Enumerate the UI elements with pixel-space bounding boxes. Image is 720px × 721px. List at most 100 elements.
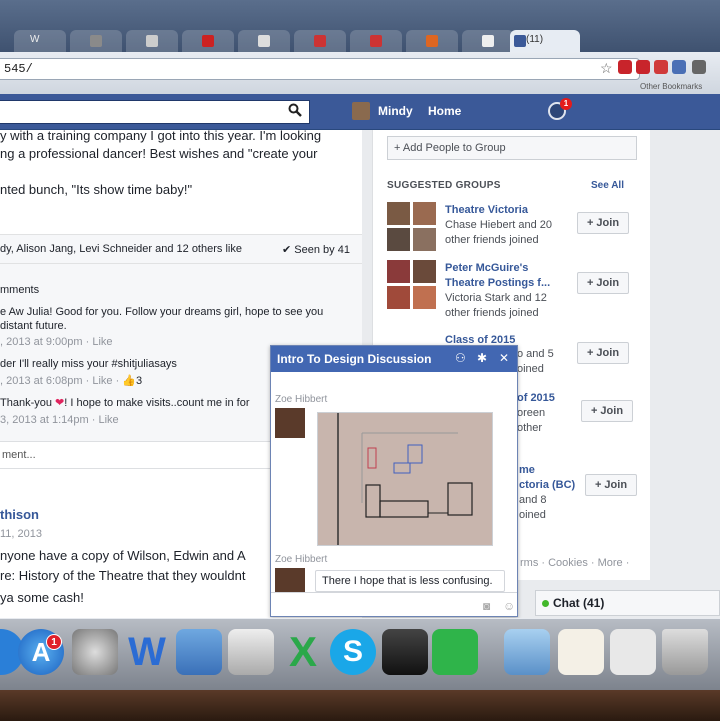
- post-text-line: ya some cash!: [0, 590, 84, 605]
- comment-meta[interactable]: , 2013 at 6:08pm · Like · 👍3: [0, 374, 142, 387]
- image-capture-icon[interactable]: [176, 629, 222, 675]
- evernote-icon[interactable]: [432, 629, 478, 675]
- browser-tab[interactable]: [182, 30, 234, 52]
- add-people-button[interactable]: + Add People to Group: [387, 136, 637, 160]
- app-store-badge: 1: [46, 634, 62, 650]
- browser-tab-active[interactable]: (11): [510, 30, 580, 52]
- join-button[interactable]: + Join: [577, 342, 629, 364]
- chat-window: Intro To Design Discussion ⚇ ✱ ✕ Zoe Hib…: [270, 345, 518, 617]
- bookmark-star-icon[interactable]: ☆: [600, 60, 613, 77]
- post-text-line: ng a professional dancer! Best wishes an…: [0, 146, 318, 161]
- group-name[interactable]: me: [519, 464, 535, 476]
- group-members: other: [517, 422, 543, 434]
- browser-tab[interactable]: W: [14, 30, 66, 52]
- close-icon[interactable]: ✕: [499, 351, 509, 365]
- check-icon: ✔: [282, 244, 295, 256]
- avatar[interactable]: [352, 102, 370, 120]
- browser-tab[interactable]: [294, 30, 346, 52]
- tab-label: (11): [526, 34, 544, 45]
- post-author[interactable]: thison: [0, 507, 39, 522]
- group-members: other friends joined: [445, 307, 539, 319]
- comment-meta[interactable]: , 2013 at 9:00pm · Like: [0, 336, 113, 348]
- chat-messages: Zoe Hibbert Zoe Hibbert There I hope tha…: [271, 372, 517, 598]
- join-button[interactable]: + Join: [581, 400, 633, 422]
- documents-stack-icon[interactable]: [558, 629, 604, 675]
- url-field[interactable]: 545/: [0, 58, 640, 80]
- skype-icon[interactable]: S: [330, 629, 376, 675]
- join-button[interactable]: + Join: [585, 474, 637, 496]
- chat-title[interactable]: Intro To Design Discussion: [277, 352, 431, 366]
- post-date[interactable]: 11, 2013: [0, 528, 42, 540]
- avatar[interactable]: [275, 408, 305, 438]
- group-members: oreen: [517, 407, 546, 419]
- add-friend-icon[interactable]: ⚇: [455, 351, 466, 365]
- join-button[interactable]: + Join: [577, 272, 629, 294]
- iphoto-icon[interactable]: [228, 629, 274, 675]
- browser-tab[interactable]: [70, 30, 122, 52]
- seen-by-label: Seen by 41: [294, 244, 350, 256]
- group-members: o and 5: [517, 348, 554, 360]
- group-thumbnail[interactable]: [387, 260, 437, 310]
- shared-photo[interactable]: [317, 412, 493, 546]
- post-text-line: nyone have a copy of Wilson, Edwin and A: [0, 548, 246, 563]
- footer-links[interactable]: rms · Cookies · More ·: [520, 557, 629, 569]
- menu-icon[interactable]: [692, 60, 706, 74]
- extension-icon[interactable]: [618, 60, 632, 74]
- final-cut-icon[interactable]: [382, 629, 428, 675]
- comment-meta[interactable]: 3, 2013 at 1:14pm · Like: [0, 414, 119, 426]
- settings-icon[interactable]: ✱: [477, 351, 487, 365]
- word-icon[interactable]: W: [124, 629, 170, 675]
- search-icon[interactable]: [288, 103, 302, 117]
- likes-text[interactable]: dy, Alison Jang, Levi Schneider and 12 o…: [0, 243, 242, 255]
- seen-by[interactable]: ✔ Seen by 41: [282, 243, 350, 256]
- heart-icon: ❤: [55, 397, 65, 409]
- extension-icon[interactable]: [672, 60, 686, 74]
- address-bar-area: 545/ ☆ Other Bookmarks: [0, 52, 720, 94]
- browser-tab[interactable]: [350, 30, 402, 52]
- thumbs-up-icon: 👍: [122, 375, 136, 387]
- extension-icon[interactable]: [654, 60, 668, 74]
- tab-favicon: [202, 35, 214, 47]
- tab-favicon: [370, 35, 382, 47]
- group-members: and 8: [519, 494, 547, 506]
- trash-icon[interactable]: [662, 629, 708, 675]
- join-button[interactable]: + Join: [577, 212, 629, 234]
- extension-icon[interactable]: [636, 60, 650, 74]
- group-members: Victoria Stark and 12: [445, 292, 547, 304]
- tab-favicon: [426, 35, 438, 47]
- notification-badge: 1: [560, 98, 572, 110]
- profile-link[interactable]: Mindy: [378, 104, 413, 118]
- comments-label[interactable]: mments: [0, 284, 39, 296]
- comment-text-part: ! I hope to make visits..count me in for: [64, 397, 250, 409]
- group-thumbnail[interactable]: [387, 202, 437, 252]
- group-name[interactable]: of 2015: [517, 392, 555, 404]
- excel-icon[interactable]: X: [280, 629, 326, 675]
- group-members: oined: [517, 363, 544, 375]
- group-name-line2[interactable]: ctoria (BC): [519, 479, 575, 491]
- tab-label: W: [30, 34, 40, 45]
- stack-icon[interactable]: [610, 629, 656, 675]
- search-input[interactable]: [0, 100, 310, 124]
- system-preferences-icon[interactable]: [72, 629, 118, 675]
- browser-tab[interactable]: [238, 30, 290, 52]
- chat-header[interactable]: Intro To Design Discussion ⚇ ✱ ✕: [271, 346, 517, 372]
- camera-icon[interactable]: ◙: [483, 599, 490, 613]
- comment-text: der I'll really miss your #shitjuliasays: [0, 358, 177, 370]
- group-name[interactable]: Peter McGuire's: [445, 262, 528, 274]
- chat-message: There I hope that is less confusing.: [315, 570, 505, 592]
- home-link[interactable]: Home: [428, 104, 461, 118]
- group-name[interactable]: Theatre Victoria: [445, 204, 528, 216]
- emoji-icon[interactable]: ☺: [503, 599, 515, 613]
- group-name-line2[interactable]: Theatre Postings f...: [445, 277, 550, 289]
- facebook-favicon-icon: [514, 35, 526, 47]
- other-bookmarks[interactable]: Other Bookmarks: [640, 82, 702, 91]
- browser-tab[interactable]: [126, 30, 178, 52]
- chat-message-input[interactable]: ◙ ☺: [271, 592, 517, 616]
- chat-sidebar-toggle[interactable]: Chat (41): [535, 590, 720, 616]
- browser-tab[interactable]: [462, 30, 514, 52]
- downloads-folder-icon[interactable]: [504, 629, 550, 675]
- browser-tab[interactable]: [406, 30, 458, 52]
- post-text-line: y with a training company I got into thi…: [0, 128, 322, 143]
- post-text-line: nted bunch, "Its show time baby!": [0, 182, 193, 197]
- see-all-link[interactable]: See All: [591, 180, 624, 191]
